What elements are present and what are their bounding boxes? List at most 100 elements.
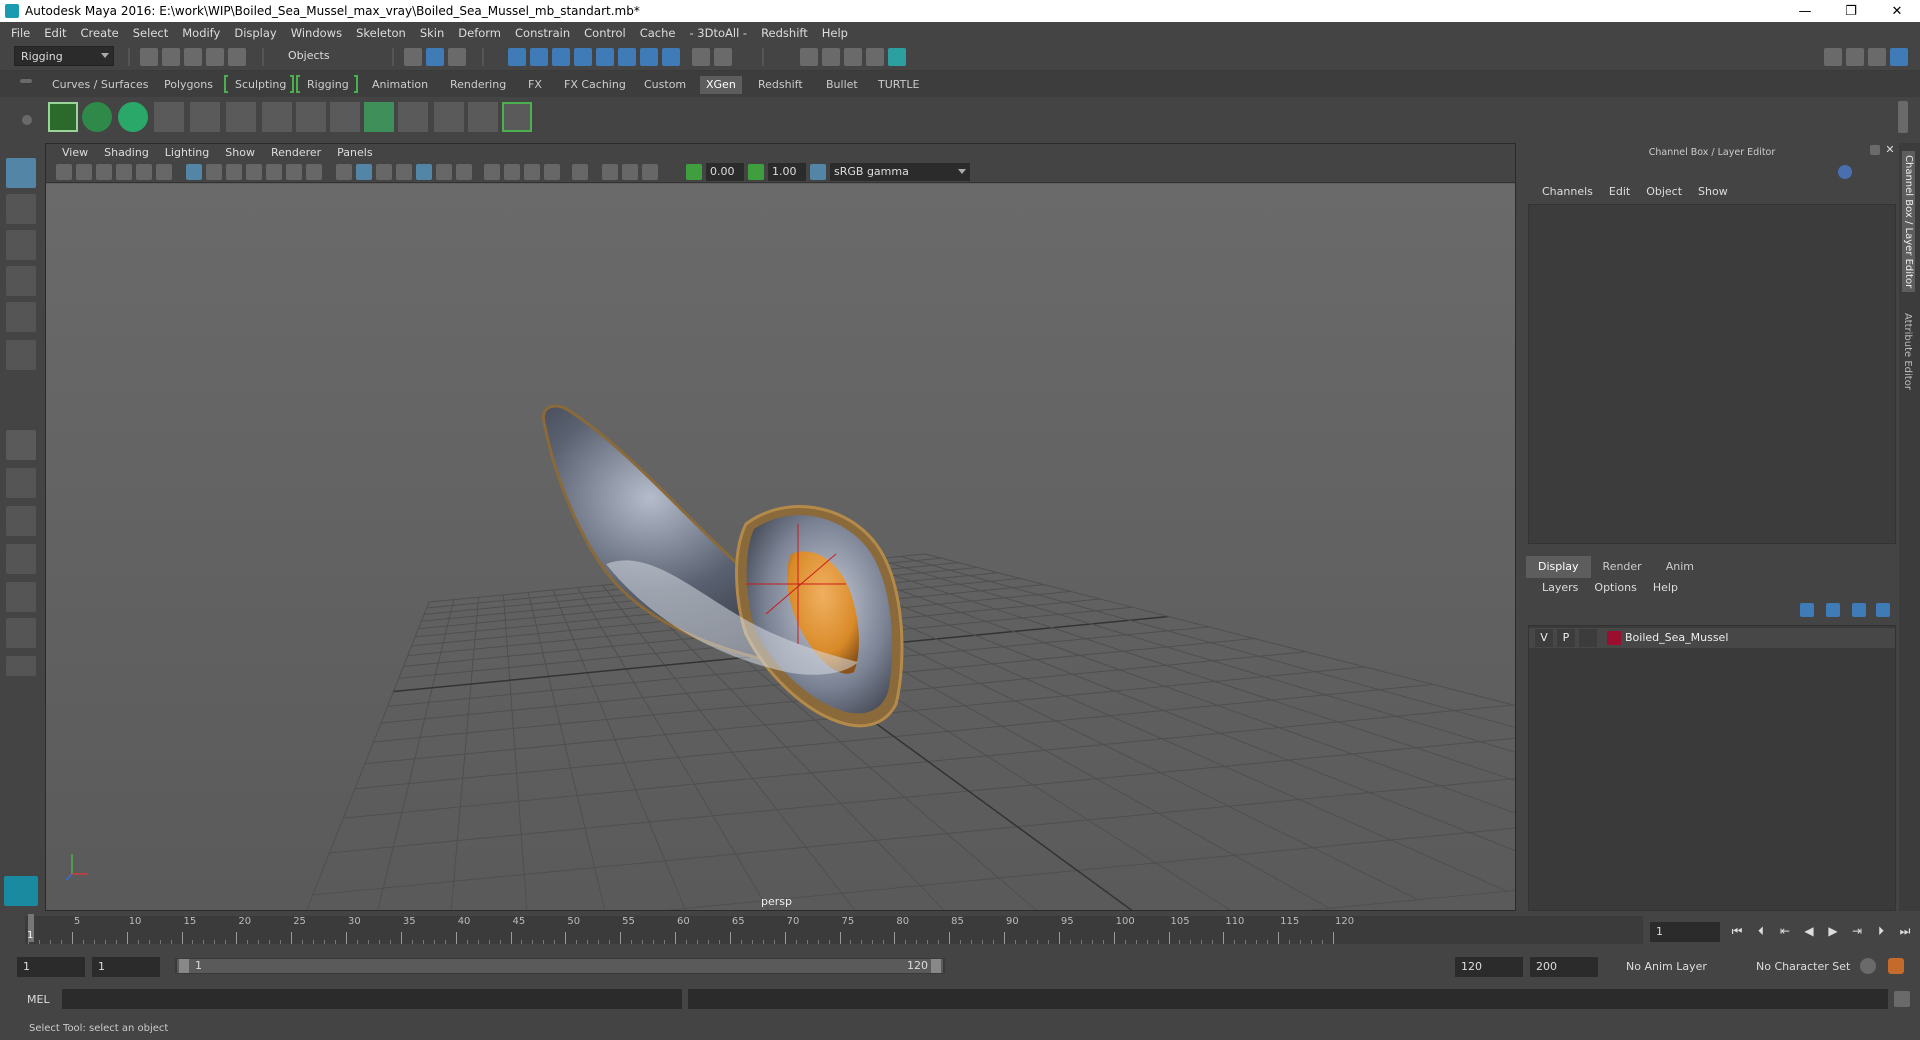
- two-d-pan-zoom-icon[interactable]: [136, 164, 152, 180]
- cb-menu-edit[interactable]: Edit: [1601, 185, 1638, 198]
- shelf-scroll-icon[interactable]: [1898, 101, 1908, 133]
- layer-menu-layers[interactable]: Layers: [1534, 581, 1586, 594]
- shelf-tab-sculpting[interactable]: Sculpting: [229, 76, 292, 94]
- xgen-groom-icon[interactable]: [434, 102, 464, 132]
- xgen-preview-icon[interactable]: [82, 102, 112, 132]
- backface-culling-icon[interactable]: [642, 164, 658, 180]
- layout-options-icon[interactable]: [6, 656, 36, 676]
- ipr-render-icon[interactable]: [844, 48, 862, 66]
- shelf-tab-custom[interactable]: Custom: [638, 76, 692, 94]
- render-settings-icon[interactable]: [866, 48, 884, 66]
- xray-active-components-icon[interactable]: [622, 164, 638, 180]
- isolate-select-icon[interactable]: [572, 164, 588, 180]
- persp-graph-layout-icon[interactable]: [6, 544, 36, 574]
- close-button[interactable]: ✕: [1874, 0, 1920, 22]
- time-slider[interactable]: 1 5 10 15 20 25 30 35 40 45 50 55 60 65 70 75 80 85 90 95 1…: [25, 914, 1643, 944]
- move-tool-icon[interactable]: [6, 266, 36, 296]
- xgen-layer-icon[interactable]: [364, 102, 394, 132]
- shelf-tab-turtle[interactable]: TURTLE: [872, 76, 925, 94]
- toggle-attribute-editor-icon[interactable]: [1846, 48, 1864, 66]
- layer-row[interactable]: V P Boiled_Sea_Mussel: [1529, 628, 1895, 648]
- side-tab-channel-box[interactable]: Channel Box / Layer Editor: [1902, 151, 1915, 293]
- side-tab-attribute-editor[interactable]: Attribute Editor: [1902, 313, 1913, 390]
- film-gate-icon[interactable]: [206, 164, 222, 180]
- menu-modify[interactable]: Modify: [175, 26, 227, 40]
- auto-key-icon[interactable]: [1860, 958, 1876, 974]
- xgen-sculpt-guide-icon[interactable]: [262, 102, 292, 132]
- render-frame-icon[interactable]: [822, 48, 840, 66]
- color-management-icon[interactable]: [810, 164, 826, 180]
- scale-tool-icon[interactable]: [6, 340, 36, 370]
- character-set-dropdown[interactable]: No Character Set: [1750, 957, 1874, 977]
- multisample-aa-icon[interactable]: [524, 164, 540, 180]
- construction-history-icon[interactable]: [640, 48, 658, 66]
- rotate-tool-icon[interactable]: [6, 302, 36, 332]
- wireframe-on-shaded-icon[interactable]: [376, 164, 392, 180]
- menu-3dtoall[interactable]: - 3DtoAll -: [682, 26, 754, 40]
- depth-of-field-icon[interactable]: [544, 164, 560, 180]
- undo-icon[interactable]: [206, 48, 224, 66]
- outliner-layout-icon[interactable]: [6, 618, 36, 648]
- shelf-tab-curves-surfaces[interactable]: Curves / Surfaces: [46, 76, 155, 94]
- layer-tab-display[interactable]: Display: [1526, 556, 1591, 578]
- toggle-tool-settings-icon[interactable]: [1868, 48, 1886, 66]
- xgen-interactive-groom-icon[interactable]: [502, 102, 532, 132]
- vp-menu-shading[interactable]: Shading: [96, 146, 157, 159]
- grid-toggle-icon[interactable]: [186, 164, 202, 180]
- animation-end-field[interactable]: 200: [1530, 957, 1598, 977]
- input-output-icon[interactable]: [662, 48, 680, 66]
- lock-icon[interactable]: [692, 48, 710, 66]
- step-back-frame-icon[interactable]: ⏴: [1752, 922, 1770, 940]
- select-object-icon[interactable]: [426, 48, 444, 66]
- layer-name[interactable]: Boiled_Sea_Mussel: [1625, 631, 1728, 644]
- vp-menu-panels[interactable]: Panels: [329, 146, 380, 159]
- channel-box-area[interactable]: [1528, 204, 1896, 544]
- save-scene-icon[interactable]: [184, 48, 202, 66]
- snap-curve-icon[interactable]: [530, 48, 548, 66]
- play-forwards-icon[interactable]: ▶: [1824, 922, 1842, 940]
- shelf-tab-xgen[interactable]: XGen: [700, 76, 742, 94]
- shelf-tab-fx[interactable]: FX: [522, 76, 548, 94]
- xgen-create-description-icon[interactable]: [118, 102, 148, 132]
- render-view-icon[interactable]: [800, 48, 818, 66]
- menu-skeleton[interactable]: Skeleton: [349, 26, 413, 40]
- animation-start-field[interactable]: 1: [17, 957, 85, 977]
- script-editor-icon[interactable]: [1894, 991, 1910, 1007]
- shelf-menu-icon[interactable]: [20, 79, 32, 83]
- range-start-handle[interactable]: [179, 959, 189, 973]
- selection-mode-dropdown[interactable]: Objects: [282, 46, 382, 66]
- shelf-options-icon[interactable]: [22, 115, 32, 125]
- layer-playback-toggle[interactable]: P: [1557, 629, 1575, 647]
- redo-icon[interactable]: [228, 48, 246, 66]
- range-end-handle[interactable]: [931, 959, 941, 973]
- xgen-attract-icon[interactable]: [468, 102, 498, 132]
- menu-create[interactable]: Create: [74, 26, 126, 40]
- perspective-viewport[interactable]: View Shading Lighting Show Renderer Pane…: [45, 143, 1516, 911]
- step-forward-key-icon[interactable]: ⇥: [1848, 922, 1866, 940]
- toggle-modeling-toolkit-icon[interactable]: [1824, 48, 1842, 66]
- time-slider-track[interactable]: [25, 916, 1643, 944]
- safe-title-icon[interactable]: [306, 164, 322, 180]
- animation-preferences-icon[interactable]: [1888, 958, 1904, 974]
- menu-control[interactable]: Control: [577, 26, 633, 40]
- xray-joints-icon[interactable]: [602, 164, 618, 180]
- go-to-end-icon[interactable]: ⏭: [1896, 922, 1914, 940]
- command-input[interactable]: [62, 989, 682, 1009]
- go-to-start-icon[interactable]: ⏮: [1728, 922, 1746, 940]
- menu-constrain[interactable]: Constrain: [508, 26, 577, 40]
- anim-layer-dropdown[interactable]: No Anim Layer: [1620, 957, 1744, 977]
- snap-grid-icon[interactable]: [508, 48, 526, 66]
- menu-file[interactable]: File: [4, 26, 37, 40]
- use-all-lights-icon[interactable]: [436, 164, 452, 180]
- grease-pencil-icon[interactable]: [156, 164, 172, 180]
- toggle-channel-box-icon[interactable]: [1890, 48, 1908, 66]
- layer-color-swatch[interactable]: [1607, 631, 1621, 645]
- snap-point-icon[interactable]: [552, 48, 570, 66]
- step-back-key-icon[interactable]: ⇤: [1776, 922, 1794, 940]
- xray-icon[interactable]: [396, 164, 412, 180]
- textured-icon[interactable]: [416, 164, 432, 180]
- gamma-field[interactable]: 1.00: [768, 163, 806, 181]
- script-language-label[interactable]: MEL: [27, 993, 50, 1006]
- vp-menu-show[interactable]: Show: [217, 146, 263, 159]
- menu-help[interactable]: Help: [815, 26, 855, 40]
